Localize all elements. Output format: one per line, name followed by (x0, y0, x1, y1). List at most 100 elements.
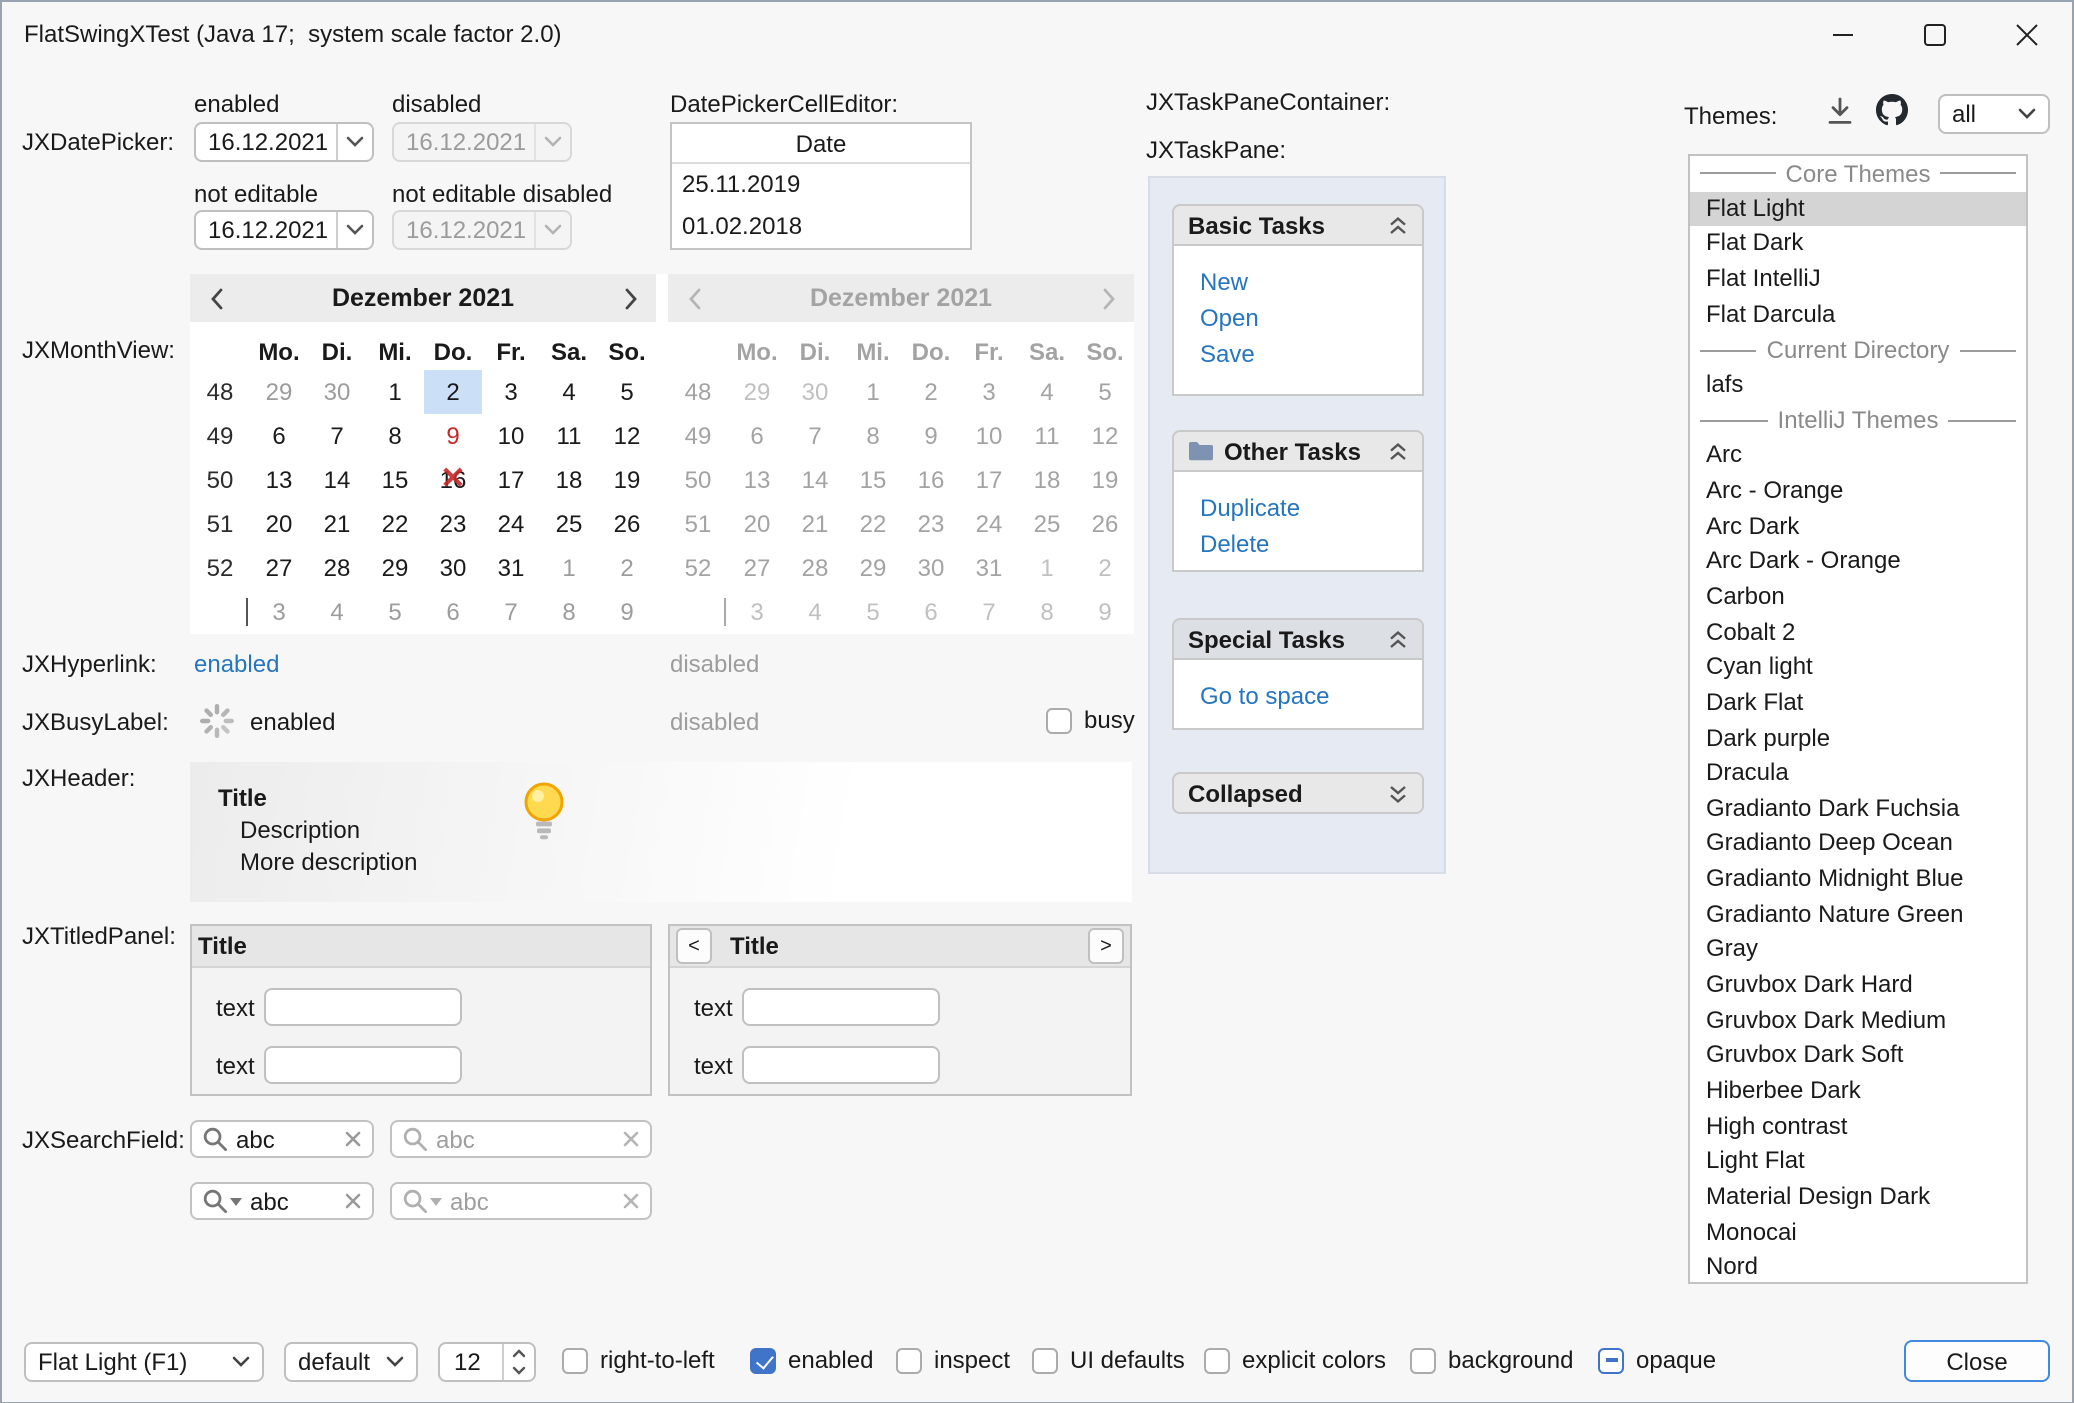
day-cell[interactable]: 27 (250, 546, 308, 590)
theme-list-item[interactable]: Gradianto Deep Ocean (1690, 827, 2026, 862)
text-input[interactable] (264, 988, 462, 1026)
chevron-down-icon[interactable] (336, 212, 372, 248)
day-cell[interactable]: 3 (482, 370, 540, 414)
taskpane-link[interactable]: Go to space (1200, 678, 1422, 714)
titled-panel-right-button[interactable]: > (1088, 928, 1124, 964)
day-cell[interactable]: 13 (250, 458, 308, 502)
theme-list-item[interactable]: Dracula (1690, 756, 2026, 791)
day-cell[interactable]: 20 (250, 502, 308, 546)
day-cell[interactable]: 16 (424, 458, 482, 502)
font-size-spinner[interactable]: 12 (438, 1341, 536, 1381)
theme-list-item[interactable]: Nord (1690, 1251, 2026, 1284)
search-with-dropdown-icon[interactable] (202, 1188, 242, 1214)
day-cell[interactable]: 5 (598, 370, 656, 414)
day-cell[interactable]: 10 (482, 414, 540, 458)
taskpane-link[interactable]: Save (1200, 336, 1422, 372)
datepicker-not-editable[interactable]: 16.12.2021 (194, 210, 374, 250)
day-cell[interactable]: 14 (308, 458, 366, 502)
day-cell[interactable]: 31 (482, 546, 540, 590)
day-cell[interactable]: 7 (308, 414, 366, 458)
day-cell[interactable]: 7 (482, 590, 540, 634)
theme-list-item[interactable]: Arc (1690, 439, 2026, 474)
clear-icon[interactable] (344, 1130, 362, 1148)
theme-list-item[interactable]: Gruvbox Dark Hard (1690, 968, 2026, 1003)
taskpane-header[interactable]: Other Tasks (1172, 430, 1424, 472)
titled-panel-left-button[interactable]: < (676, 928, 712, 964)
day-cell[interactable]: 15 (366, 458, 424, 502)
day-cell[interactable]: 29 (250, 370, 308, 414)
theme-list-item[interactable]: Flat IntelliJ (1690, 262, 2026, 297)
search-input[interactable]: abc (250, 1187, 336, 1215)
laf-combo[interactable]: Flat Light (F1) (24, 1341, 264, 1381)
day-cell[interactable]: 2 (598, 546, 656, 590)
day-cell[interactable]: 28 (308, 546, 366, 590)
day-cell[interactable]: 1 (366, 370, 424, 414)
text-input[interactable] (264, 1046, 462, 1084)
collapse-icon[interactable] (1388, 441, 1408, 461)
theme-list-item[interactable]: Arc Dark (1690, 509, 2026, 544)
search-field-1[interactable]: abc (190, 1120, 374, 1158)
day-cell[interactable]: 22 (366, 502, 424, 546)
theme-list-item[interactable]: Dark Flat (1690, 686, 2026, 721)
expand-icon[interactable] (1388, 783, 1408, 803)
spinner-up-button[interactable] (504, 1343, 534, 1361)
font-combo[interactable]: default (284, 1341, 418, 1381)
checkbox-opaque[interactable]: opaque (1598, 1346, 1716, 1374)
day-cell[interactable]: 1 (540, 546, 598, 590)
day-cell[interactable]: 6 (424, 590, 482, 634)
day-cell[interactable]: 4 (308, 590, 366, 634)
theme-list-item[interactable]: Gruvbox Dark Soft (1690, 1039, 2026, 1074)
table-row[interactable]: 01.02.2018 (672, 205, 970, 247)
checkbox-inspect[interactable]: inspect (896, 1346, 1010, 1374)
day-cell[interactable]: 17 (482, 458, 540, 502)
day-cell[interactable]: 8 (540, 590, 598, 634)
theme-list-item[interactable]: Material Design Dark (1690, 1180, 2026, 1215)
checkbox-background[interactable]: background (1410, 1346, 1573, 1374)
taskpane-header[interactable]: Basic Tasks (1172, 204, 1424, 246)
collapse-icon[interactable] (1388, 629, 1408, 649)
search-input[interactable]: abc (236, 1125, 336, 1153)
day-cell[interactable]: 25 (540, 502, 598, 546)
clear-icon[interactable] (344, 1192, 362, 1210)
theme-list-item[interactable]: Light Flat (1690, 1145, 2026, 1180)
theme-list-item[interactable]: Gray (1690, 933, 2026, 968)
collapse-icon[interactable] (1388, 215, 1408, 235)
day-cell[interactable]: 8 (366, 414, 424, 458)
table-row[interactable]: 25.11.2019 (672, 163, 970, 205)
theme-list-item[interactable]: Hiberbee Dark (1690, 1074, 2026, 1109)
day-cell[interactable]: 30 (308, 370, 366, 414)
theme-list-item[interactable]: lafs (1690, 368, 2026, 403)
hyperlink-enabled[interactable]: enabled (194, 650, 279, 678)
day-cell[interactable]: 2 (424, 370, 482, 414)
next-month-button[interactable] (608, 274, 652, 322)
taskpane-link[interactable]: New (1200, 264, 1422, 300)
busy-checkbox[interactable]: busy (1046, 706, 1135, 734)
chevron-down-icon[interactable] (336, 123, 372, 159)
day-cell[interactable]: 12 (598, 414, 656, 458)
taskpane-header[interactable]: Special Tasks (1172, 618, 1424, 660)
day-cell[interactable]: 19 (598, 458, 656, 502)
day-cell[interactable]: 29 (366, 546, 424, 590)
theme-list-item[interactable]: Arc Dark - Orange (1690, 544, 2026, 579)
theme-filter-combo[interactable]: all (1938, 94, 2050, 134)
day-cell[interactable]: 18 (540, 458, 598, 502)
theme-list-item[interactable]: Flat Light (1690, 191, 2026, 226)
taskpane-header[interactable]: Collapsed (1172, 772, 1424, 814)
day-cell[interactable]: 9 (424, 414, 482, 458)
checkbox-right-to-left[interactable]: right-to-left (562, 1346, 715, 1374)
taskpane-link[interactable]: Duplicate (1200, 490, 1422, 526)
day-cell[interactable]: 21 (308, 502, 366, 546)
day-cell[interactable]: 9 (598, 590, 656, 634)
theme-list-item[interactable]: Gradianto Midnight Blue (1690, 862, 2026, 897)
theme-list-item[interactable]: High contrast (1690, 1109, 2026, 1144)
day-cell[interactable]: 26 (598, 502, 656, 546)
theme-list-item[interactable]: Cyan light (1690, 650, 2026, 685)
taskpane-link[interactable]: Delete (1200, 526, 1422, 562)
day-cell[interactable]: 24 (482, 502, 540, 546)
datepicker-enabled[interactable]: 16.12.2021 (194, 121, 374, 161)
theme-list-item[interactable]: Gradianto Dark Fuchsia (1690, 792, 2026, 827)
day-cell[interactable]: 5 (366, 590, 424, 634)
theme-list-item[interactable]: Gradianto Nature Green (1690, 898, 2026, 933)
checkbox-explicit-colors[interactable]: explicit colors (1204, 1346, 1386, 1374)
close-button[interactable]: Close (1904, 1340, 2050, 1382)
